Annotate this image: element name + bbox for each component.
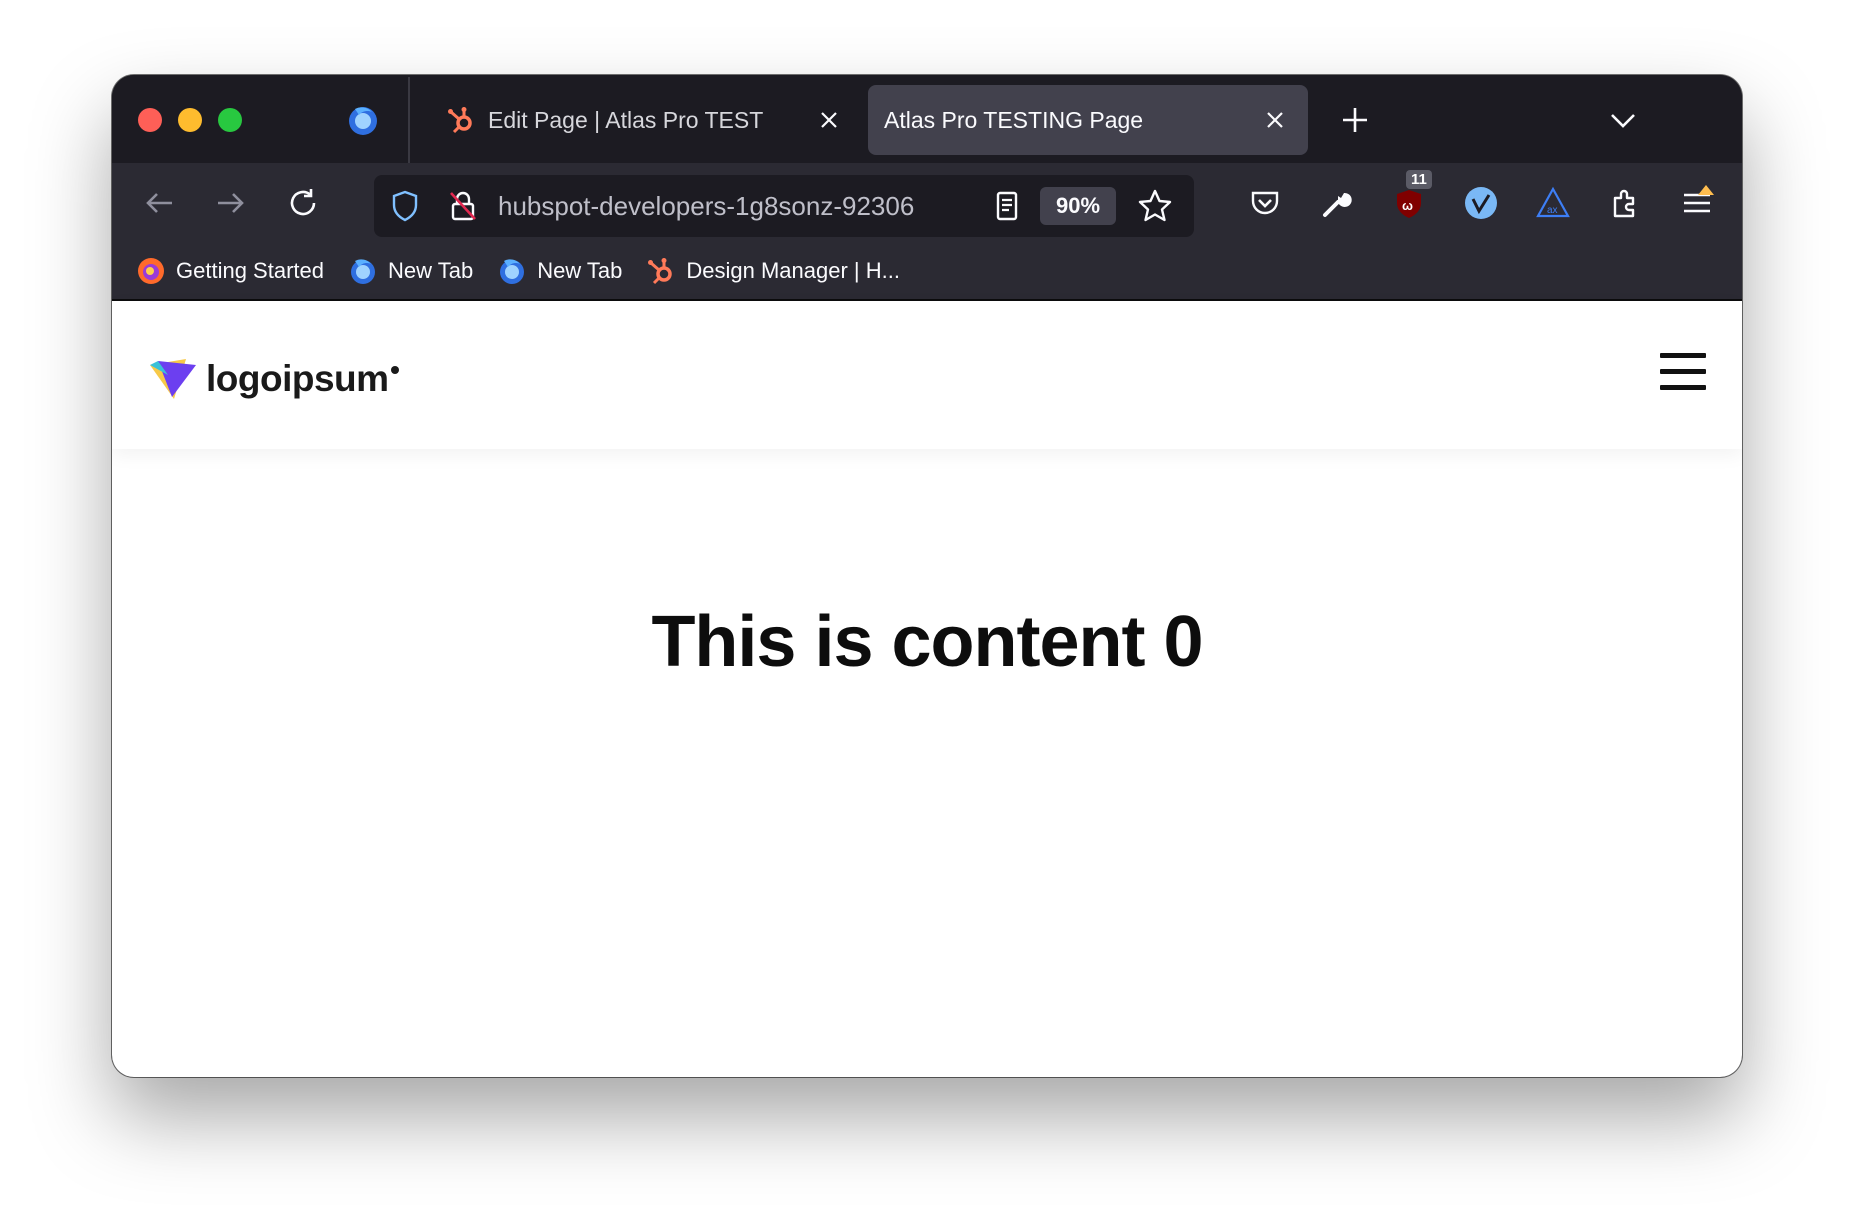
close-tab-icon[interactable] — [814, 105, 844, 135]
bookmark-label: New Tab — [387, 258, 474, 283]
chevron-down-icon[interactable] — [1606, 103, 1640, 137]
shield-icon[interactable] — [388, 189, 422, 223]
browser-window: Edit Page | Atlas Pro TEST Atlas Pro TES… — [112, 75, 1742, 1077]
bookmark-label: New Tab — [537, 258, 623, 283]
extension-badge-count: 11 — [1406, 170, 1432, 189]
bookmark-getting-started[interactable]: Getting Started — [136, 256, 324, 286]
url-bar[interactable]: hubspot-developers-1g8sonz-92306 90% — [374, 175, 1194, 237]
reload-icon[interactable] — [284, 184, 322, 222]
close-tab-icon[interactable] — [1260, 105, 1290, 135]
bookmark-label: Design Manager | H... — [686, 258, 900, 283]
hubspot-icon — [448, 107, 472, 134]
page-heading: This is content 0 — [651, 602, 1203, 682]
tab-strip: Edit Page | Atlas Pro TEST Atlas Pro TES… — [112, 75, 1742, 163]
firefox-icon — [500, 259, 525, 284]
hubspot-icon — [648, 258, 673, 285]
zoom-level-button[interactable]: 90% — [1040, 187, 1116, 225]
minimize-window-button[interactable] — [178, 108, 202, 132]
firefox-icon — [138, 258, 164, 284]
bookmark-new-tab[interactable]: New Tab — [497, 256, 622, 286]
hamburger-menu-icon[interactable] — [1660, 353, 1706, 391]
tab-atlas-pro-testing[interactable]: Atlas Pro TESTING Page — [868, 85, 1308, 155]
firefox-icon — [350, 259, 375, 284]
back-arrow-icon[interactable] — [140, 184, 178, 222]
url-text[interactable]: hubspot-developers-1g8sonz-92306 — [498, 191, 978, 222]
pocket-icon[interactable] — [1246, 184, 1284, 222]
svg-text:ω: ω — [1402, 198, 1413, 213]
navigation-toolbar: hubspot-developers-1g8sonz-92306 90% ω 1… — [112, 163, 1742, 243]
insecure-lock-icon[interactable] — [446, 189, 480, 223]
logo-dot — [390, 366, 399, 374]
ublock-origin-icon[interactable]: ω 11 — [1390, 170, 1432, 222]
web-page-content: logoipsum This is content 0 — [112, 301, 1742, 1077]
site-header: logoipsum — [112, 301, 1742, 449]
bookmark-label: Getting Started — [176, 258, 324, 283]
vimeo-extension-icon[interactable] — [1462, 184, 1500, 222]
logo-mark-icon — [150, 359, 196, 399]
site-logo[interactable]: logoipsum — [148, 353, 399, 405]
accessibility-extension-icon[interactable]: ax — [1534, 184, 1572, 222]
app-menu-icon[interactable] — [1678, 184, 1716, 222]
firefox-icon[interactable] — [346, 103, 380, 137]
bookmarks-toolbar: Getting Started New Tab New Tab Design M… — [112, 243, 1742, 299]
bookmark-new-tab[interactable]: New Tab — [348, 256, 473, 286]
zoom-window-button[interactable] — [218, 108, 242, 132]
tab-label: Edit Page | Atlas Pro TEST — [488, 106, 764, 133]
wrench-icon[interactable] — [1318, 184, 1356, 222]
tab-edit-page[interactable]: Edit Page | Atlas Pro TEST — [422, 85, 862, 155]
close-window-button[interactable] — [138, 108, 162, 132]
logo-text: logoipsum — [206, 358, 389, 399]
reader-view-icon[interactable] — [990, 189, 1024, 223]
extensions-puzzle-icon[interactable] — [1606, 184, 1644, 222]
bookmark-star-icon[interactable] — [1136, 187, 1174, 225]
bookmark-design-manager[interactable]: Design Manager | H... — [646, 256, 900, 286]
tab-divider — [408, 77, 410, 163]
tab-label: Atlas Pro TESTING Page — [884, 106, 1144, 133]
forward-arrow-icon[interactable] — [212, 184, 250, 222]
svg-text:ax: ax — [1547, 205, 1558, 216]
new-tab-plus-icon[interactable] — [1338, 103, 1372, 137]
